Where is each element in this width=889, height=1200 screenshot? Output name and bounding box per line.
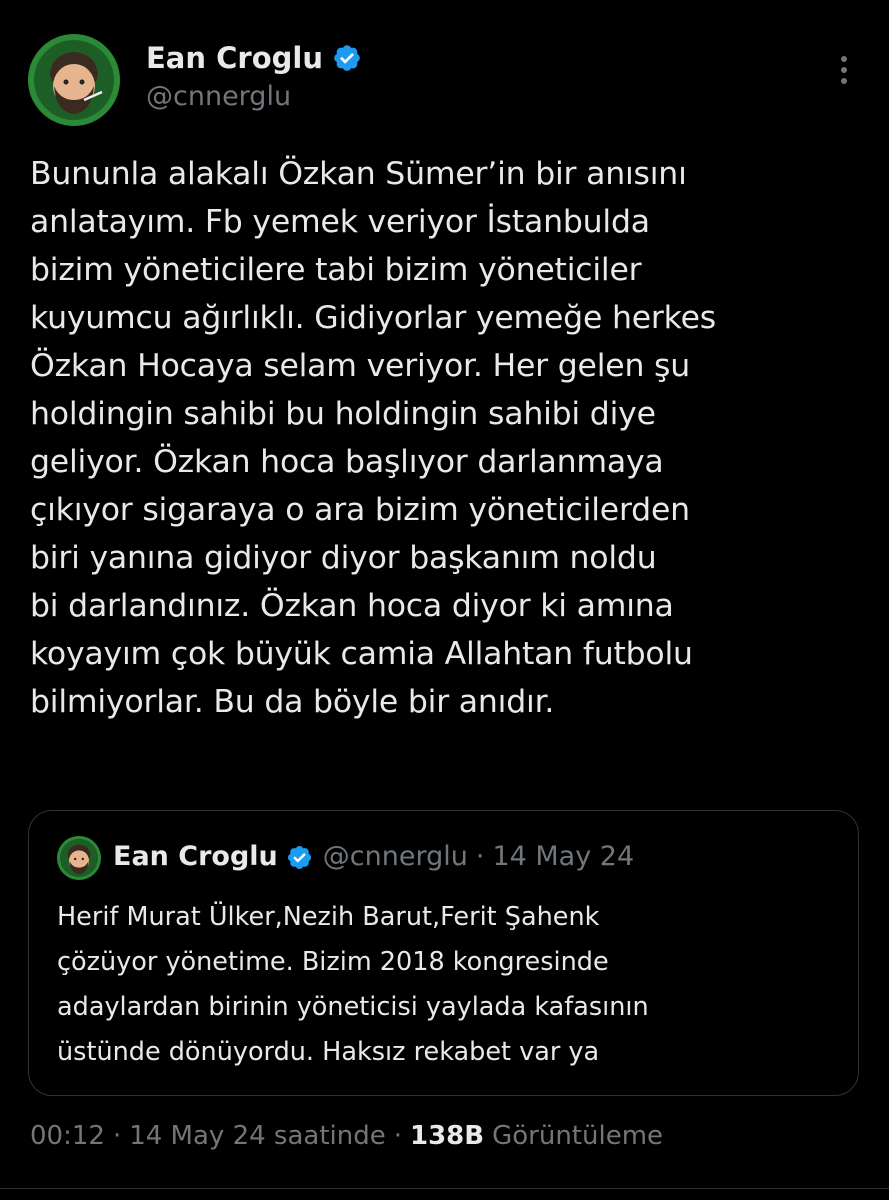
views-count[interactable]: 138B — [410, 1118, 484, 1154]
quoted-tweet-text: Herif Murat Ülker,Nezih Barut,Ferit Şahe… — [57, 902, 649, 1067]
quoted-author-avatar[interactable] — [57, 836, 101, 880]
tweet-date[interactable]: 14 May 24 saatinde — [129, 1118, 386, 1154]
tweet-time[interactable]: 00:12 — [30, 1118, 105, 1154]
avatar-bearded-man-icon — [28, 34, 120, 126]
more-options-button[interactable] — [826, 52, 862, 88]
quoted-date[interactable]: 14 May 24 — [492, 839, 634, 875]
author-handle[interactable]: @cnnerglu — [146, 80, 291, 114]
verified-badge-icon — [287, 845, 311, 869]
quoted-author-name[interactable]: Ean Croglu — [113, 839, 278, 875]
quoted-tweet-header: Ean Croglu @cnnerglu · 14 May 24 — [113, 839, 634, 875]
tweet-text: Bununla alakalı Özkan Sümer’in bir anısı… — [30, 156, 716, 720]
meta-separator: · — [393, 1121, 402, 1151]
verified-badge-icon — [334, 45, 360, 71]
quoted-author-handle[interactable]: @cnnerglu — [323, 839, 468, 875]
tweet-detail: Ean Croglu @cnnerglu Bununla alakalı Özk… — [0, 0, 889, 1200]
author-avatar[interactable] — [28, 34, 120, 126]
meta-separator: · — [112, 1121, 122, 1151]
author-name-text: Ean Croglu — [146, 41, 323, 75]
quoted-separator: · — [475, 841, 485, 872]
views-label[interactable]: Görüntüleme — [492, 1118, 663, 1154]
divider — [0, 1188, 889, 1189]
author-display-name[interactable]: Ean Croglu — [146, 40, 362, 76]
quoted-tweet[interactable]: Ean Croglu @cnnerglu · 14 May 24 Herif M… — [28, 810, 859, 1096]
tweet-meta: 00:12 · 14 May 24 saatinde · 138B Görünt… — [30, 1118, 663, 1154]
avatar-bearded-man-icon — [57, 836, 101, 880]
more-vertical-icon — [841, 56, 847, 84]
